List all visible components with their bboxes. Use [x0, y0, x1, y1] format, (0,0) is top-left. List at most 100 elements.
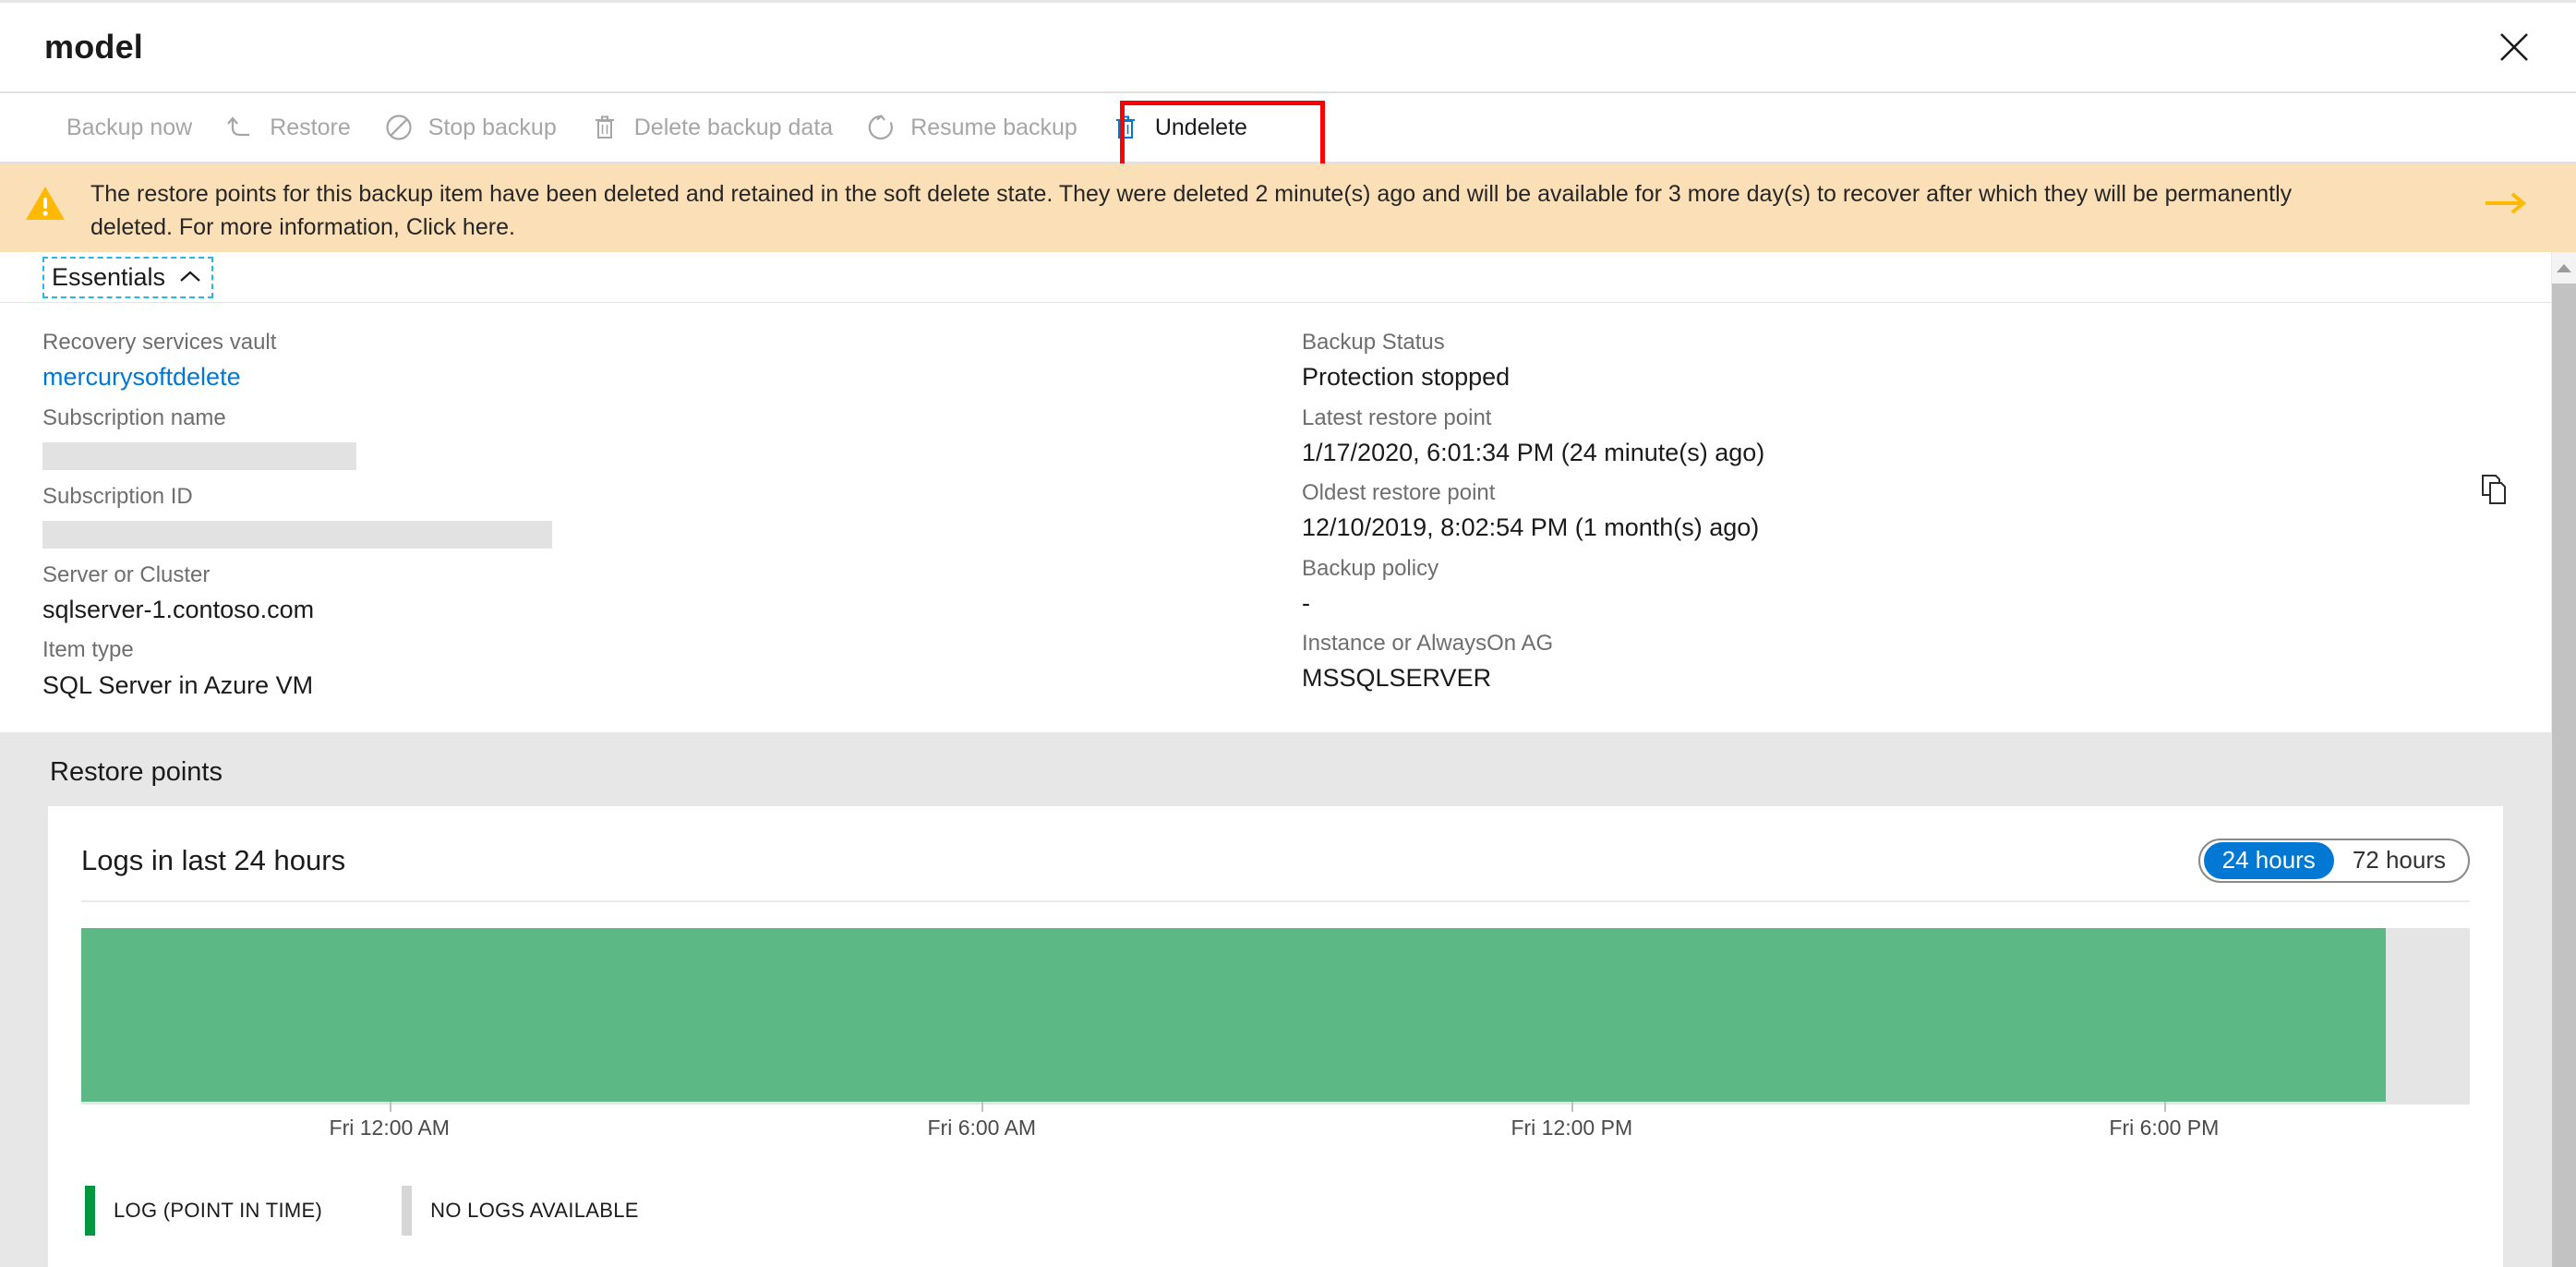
time-range-toggle: 24 hours 72 hours	[2197, 838, 2470, 883]
essentials-header: Essentials	[0, 252, 2551, 304]
blade-content: Essentials Recovery services vault mercu…	[0, 252, 2551, 1267]
legend-swatch-no-logs-available	[402, 1185, 413, 1236]
triangle-up-icon	[2557, 263, 2571, 272]
essentials-label: Essentials	[52, 262, 166, 291]
axis-tick	[981, 1101, 984, 1112]
field-subscription-name: Subscription name	[42, 401, 1256, 470]
restore-button[interactable]: Restore	[207, 99, 366, 156]
chart-title: Logs in last 24 hours	[81, 843, 346, 876]
field-instance-or-alwayson-ag: Instance or AlwaysOn AG MSSQLSERVER	[1302, 626, 2511, 696]
range-option-72-hours[interactable]: 72 hours	[2334, 842, 2464, 879]
field-label: Latest restore point	[1302, 404, 1492, 430]
range-option-24-hours[interactable]: 24 hours	[2203, 841, 2334, 879]
blade-titlebar: model	[0, 3, 2576, 93]
backup-item-blade: model Backup now Restore Stop backup Del…	[0, 0, 2576, 1267]
scroll-up-button[interactable]	[2556, 252, 2572, 284]
scrollbar-thumb[interactable]	[2552, 284, 2576, 1267]
field-label: Item type	[42, 637, 134, 663]
axis-tick	[389, 1101, 391, 1112]
axis-tick-label: Fri 12:00 PM	[1511, 1115, 1633, 1140]
field-label: Oldest restore point	[1302, 480, 1496, 506]
field-backup-status: Backup Status Protection stopped	[1302, 325, 2511, 395]
field-value: MSSQLSERVER	[1302, 664, 1492, 693]
copy-essentials-button[interactable]	[2479, 473, 2510, 511]
field-label: Subscription name	[42, 404, 226, 430]
vertical-scrollbar[interactable]	[2551, 252, 2576, 1267]
field-server-or-cluster: Server or Cluster sqlserver-1.contoso.co…	[42, 558, 1256, 628]
field-label: Backup policy	[1302, 555, 1439, 581]
banner-icon-wrap	[0, 178, 90, 223]
no-entry-icon	[380, 109, 417, 146]
blade-scroll-region: Essentials Recovery services vault mercu…	[0, 252, 2576, 1267]
series-no-logs-available	[2386, 927, 2470, 1102]
page-title: model	[44, 28, 144, 66]
soft-delete-warning-banner: The restore points for this backup item …	[0, 163, 2576, 252]
field-oldest-restore-point: Oldest restore point 12/10/2019, 8:02:54…	[1302, 476, 2511, 546]
backup-now-button[interactable]: Backup now	[52, 99, 207, 156]
axis-tick	[1571, 1101, 1574, 1112]
undelete-label: Undelete	[1154, 114, 1247, 140]
x-axis-labels: Fri 12:00 AM Fri 6:00 AM Fri 12:00 PM Fr…	[81, 1116, 2470, 1158]
legend-label: LOG (POINT IN TIME)	[114, 1198, 323, 1222]
redacted-value	[42, 520, 552, 549]
chevron-up-icon	[180, 271, 200, 282]
legend-item: NO LOGS AVAILABLE	[402, 1185, 639, 1236]
restore-arrow-icon	[222, 109, 259, 146]
banner-text: The restore points for this backup item …	[90, 181, 2293, 240]
restore-label: Restore	[270, 114, 351, 140]
field-item-type: Item type SQL Server in Azure VM	[42, 633, 1256, 703]
field-label: Backup Status	[1302, 330, 1445, 356]
delete-backup-data-label: Delete backup data	[633, 114, 834, 140]
stop-backup-button[interactable]: Stop backup	[366, 99, 572, 156]
close-blade-button[interactable]	[2489, 22, 2539, 72]
axis-tick	[2163, 1101, 2166, 1112]
chart-divider	[81, 899, 2470, 902]
essentials-toggle[interactable]: Essentials	[42, 256, 214, 298]
field-label: Subscription ID	[42, 483, 193, 509]
refresh-icon	[862, 109, 899, 146]
field-backup-policy: Backup policy -	[1302, 551, 2511, 621]
series-log-point-in-time	[81, 927, 2387, 1102]
stop-backup-label: Stop backup	[427, 114, 557, 140]
field-value: -	[1302, 588, 1310, 617]
restore-points-section: Restore points Logs in last 24 hours 24 …	[0, 732, 2551, 1267]
trash-icon	[1107, 109, 1144, 146]
resume-backup-label: Resume backup	[910, 114, 1077, 140]
field-subscription-id: Subscription ID	[42, 479, 1256, 549]
trash-icon	[586, 109, 623, 146]
resume-backup-button[interactable]: Resume backup	[848, 99, 1092, 156]
field-value: sqlserver-1.contoso.com	[42, 596, 315, 624]
axis-tick-label: Fri 12:00 AM	[329, 1115, 450, 1140]
essentials-right-column: Backup Status Protection stopped Latest …	[1256, 325, 2511, 708]
field-value: Protection stopped	[1302, 363, 1511, 392]
axis-tick-label: Fri 6:00 AM	[927, 1115, 1037, 1140]
field-recovery-services-vault: Recovery services vault mercurysoftdelet…	[42, 325, 1256, 395]
essentials-left-column: Recovery services vault mercurysoftdelet…	[0, 325, 1256, 708]
close-icon	[2500, 33, 2528, 61]
banner-next-button[interactable]	[2482, 189, 2530, 217]
arrow-right-icon	[2486, 192, 2527, 214]
chart-legend: LOG (POINT IN TIME) NO LOGS AVAILABLE	[81, 1185, 2470, 1236]
field-label: Recovery services vault	[42, 330, 277, 356]
field-value: 12/10/2019, 8:02:54 PM (1 month(s) ago)	[1302, 513, 1760, 542]
copy-icon	[2482, 475, 2506, 505]
field-latest-restore-point: Latest restore point 1/17/2020, 6:01:34 …	[1302, 401, 2511, 471]
warning-triangle-icon	[26, 187, 65, 220]
legend-item: LOG (POINT IN TIME)	[85, 1185, 323, 1236]
command-bar: Backup now Restore Stop backup Delete ba…	[0, 93, 2576, 175]
restore-points-title: Restore points	[50, 756, 223, 787]
field-label: Server or Cluster	[42, 561, 211, 587]
recovery-services-vault-link[interactable]: mercurysoftdelete	[42, 359, 1256, 394]
legend-label: NO LOGS AVAILABLE	[430, 1198, 639, 1222]
x-axis-line	[81, 1101, 2470, 1112]
redacted-value	[42, 441, 356, 470]
chart-header: Logs in last 24 hours 24 hours 72 hours	[81, 830, 2470, 891]
delete-backup-data-button[interactable]: Delete backup data	[572, 99, 848, 156]
backup-now-label: Backup now	[66, 114, 193, 140]
essentials-body: Recovery services vault mercurysoftdelet…	[0, 303, 2551, 733]
field-label: Instance or AlwaysOn AG	[1302, 631, 1554, 657]
undelete-button[interactable]: Undelete	[1092, 99, 1262, 156]
logs-availability-plot	[81, 927, 2470, 1102]
field-value: 1/17/2020, 6:01:34 PM (24 minute(s) ago)	[1302, 438, 1765, 466]
legend-swatch-log-point-in-time	[85, 1185, 95, 1236]
